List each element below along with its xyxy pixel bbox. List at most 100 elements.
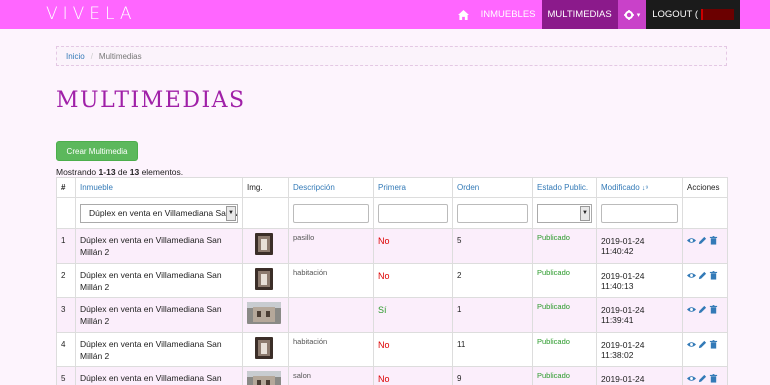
chevron-down-icon: ▼ [226,205,236,221]
row-inmueble: Dúplex en venta en Villamediana San Mill… [75,262,243,298]
row-image-cell [242,331,289,367]
row-modificado: 2019-01-24 11:37:10 [596,366,683,385]
logout-label: LOGOUT ( [652,9,698,20]
row-primera: Sí [373,297,453,333]
brand-name: VIVELA [46,4,137,24]
row-modificado: 2019-01-24 11:40:42 [596,228,683,264]
row-inmueble: Dúplex en venta en Villamediana San Mill… [75,297,243,333]
row-actions [682,331,728,367]
row-modificado: 2019-01-24 11:39:41 [596,297,683,333]
trash-icon[interactable] [709,305,718,314]
inmueble-filter-select[interactable]: Dúplex en venta en Villamediana San Mill… [80,203,238,223]
row-number: 1 [56,228,76,264]
eye-icon[interactable] [687,340,696,349]
thumbnail-image[interactable] [247,371,281,385]
row-actions [682,262,728,298]
primera-filter-input[interactable] [378,203,448,223]
filter-row: Dúplex en venta en Villamediana San Mill… [56,197,728,229]
row-inmueble: Dúplex en venta en Villamediana San Mill… [75,331,243,367]
table-row: 2 Dúplex en venta en Villamediana San Mil… [56,262,728,298]
trash-icon[interactable] [709,270,718,280]
top-navbar: VIVELA INMUEBLES MULTIMEDIAS ▾ LOGOUT ( [0,0,770,29]
row-modificado: 2019-01-24 11:38:02 [596,331,683,367]
brand-logo[interactable]: VIVELA [46,4,137,24]
eye-icon[interactable] [687,236,696,245]
multimedia-table: # Inmueble Img. Descripción Primera Orde… [56,177,728,385]
create-multimedia-button[interactable]: Crear Multimedia [56,141,138,161]
trash-icon[interactable] [709,236,718,245]
results-summary: Mostrando 1-13 de 13 elementos. [56,167,184,177]
row-actions [682,366,728,385]
row-estado: Publicado [532,297,597,333]
estado-filter-select[interactable]: ▼ [537,203,592,223]
orden-filter-input[interactable] [457,203,528,223]
row-estado: Publicado [532,366,597,385]
row-orden: 9 [452,366,533,385]
row-descripcion: salon [288,366,374,385]
pencil-icon[interactable] [698,305,707,314]
table-row: 5Dúplex en venta en Villamediana San Mil… [56,366,728,385]
col-primera[interactable]: Primera [373,177,453,198]
nav-multimedias[interactable]: MULTIMEDIAS [541,0,618,29]
row-descripcion: pasillo [288,228,374,264]
thumbnail-image[interactable] [255,336,273,359]
row-image-cell [242,262,289,298]
row-number: 2 [56,262,76,298]
col-estado[interactable]: Estado Public. [532,177,597,198]
breadcrumb-current: Multimedias [98,51,142,61]
eye-icon[interactable] [687,374,696,383]
row-number: 4 [56,331,76,367]
modificado-filter-input[interactable] [601,203,678,223]
col-orden[interactable]: Orden [452,177,533,198]
row-descripcion: habitación [288,262,374,298]
settings-dropdown[interactable]: ▾ [617,0,647,29]
home-icon [457,9,469,20]
thumbnail-image[interactable] [255,267,273,290]
breadcrumb-home[interactable]: Inicio [66,52,85,61]
trash-icon[interactable] [709,339,718,349]
nav-inmuebles[interactable]: INMUEBLES [475,0,542,29]
home-link[interactable] [452,0,475,29]
logout-link[interactable]: LOGOUT ( [646,0,740,29]
trash-icon[interactable] [709,374,718,383]
row-number: 3 [56,297,76,333]
row-estado: Publicado [532,262,597,298]
row-estado: Publicado [532,331,597,367]
descripcion-filter-input[interactable] [293,203,369,223]
row-orden: 2 [452,262,533,298]
thumbnail-image[interactable] [255,233,273,255]
pencil-icon[interactable] [698,340,707,349]
eye-icon[interactable] [687,271,696,280]
eye-icon[interactable] [687,305,696,314]
row-primera: No [373,366,453,385]
breadcrumb-separator: / [90,51,93,61]
row-inmueble: Dúplex en venta en Villamediana San Mill… [75,366,243,385]
pencil-icon[interactable] [698,236,707,245]
row-orden: 11 [452,331,533,367]
row-descripcion: habitación [288,331,374,367]
col-modificado[interactable]: Modificado ↓⁹ [596,177,683,198]
row-image-cell [242,228,289,264]
col-img: Img. [242,177,289,198]
row-image-cell [242,297,289,333]
row-inmueble: Dúplex en venta en Villamediana San Mill… [75,228,243,264]
chevron-down-icon: ▾ [636,11,641,19]
sort-icon: ↓⁹ [641,185,649,192]
pencil-icon[interactable] [698,374,707,383]
col-descripcion[interactable]: Descripción [288,177,374,198]
pencil-icon[interactable] [698,271,707,280]
table-row: 4 Dúplex en venta en Villamediana San Mil… [56,331,728,367]
thumbnail-image[interactable] [247,302,281,324]
row-number: 5 [56,366,76,385]
row-actions [682,228,728,264]
row-descripcion [288,297,374,333]
page-title: Multimedias [56,88,246,113]
row-primera: No [373,228,453,264]
col-inmueble[interactable]: Inmueble [75,177,243,198]
nav-menu: INMUEBLES MULTIMEDIAS ▾ LOGOUT ( [452,0,740,29]
row-modificado: 2019-01-24 11:40:13 [596,262,683,298]
gear-icon [623,9,634,20]
row-orden: 1 [452,297,533,333]
breadcrumb: Inicio / Multimedias [56,46,727,66]
row-primera: No [373,331,453,367]
